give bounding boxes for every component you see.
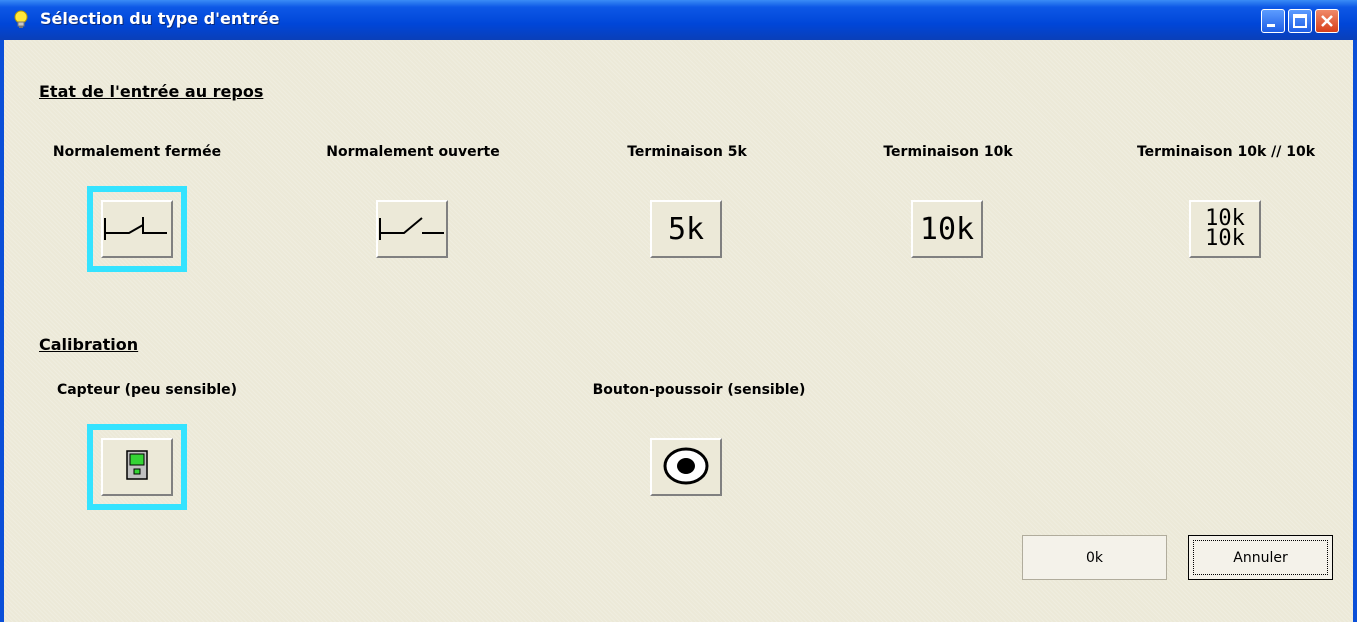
option-label-termination-5k: Terminaison 5k <box>627 144 747 160</box>
calibration-heading: Calibration <box>39 335 139 354</box>
option-label-normally-closed: Normalement fermée <box>52 144 222 160</box>
window-title: Sélection du type d'entrée <box>40 9 280 28</box>
termination-5k-button[interactable]: 5k <box>650 200 722 258</box>
no-contact-icon <box>379 217 444 240</box>
focus-rectangle <box>1193 540 1328 575</box>
lightbulb-icon <box>14 10 28 28</box>
normally-open-button[interactable] <box>376 200 448 258</box>
termination-10k-10k-bottom-text: 10k <box>1205 226 1245 251</box>
maximize-icon <box>1293 14 1307 28</box>
close-icon <box>1321 15 1333 27</box>
termination-10k-text: 10k <box>919 211 975 247</box>
minimize-icon <box>1267 24 1275 27</box>
cancel-button[interactable]: Annuler <box>1188 535 1333 580</box>
termination-5k-text: 5k <box>667 211 705 247</box>
option-label-push-button: Bouton-poussoir (sensible) <box>592 382 806 398</box>
nc-contact-icon <box>104 217 167 240</box>
option-label-termination-10k-10k: Terminaison 10k // 10k <box>1136 144 1316 160</box>
push-button-icon <box>663 447 709 485</box>
dialog-window: Sélection du type d'entrée Etat de l'ent… <box>0 0 1357 622</box>
sensor-device-icon <box>126 450 148 480</box>
termination-10k-10k-icon: 10k 10k <box>1191 202 1259 256</box>
termination-10k-button[interactable]: 10k <box>911 200 983 258</box>
termination-10k-10k-button[interactable]: 10k 10k <box>1189 200 1261 258</box>
minimize-button[interactable] <box>1261 9 1285 33</box>
option-label-termination-10k: Terminaison 10k <box>883 144 1013 160</box>
ok-button[interactable]: 0k <box>1022 535 1167 580</box>
push-button-option[interactable] <box>650 438 722 496</box>
maximize-button[interactable] <box>1288 9 1312 33</box>
normally-closed-button[interactable] <box>87 186 187 272</box>
dialog-content: Etat de l'entrée au repos Normalement fe… <box>4 40 1353 622</box>
title-bar[interactable]: Sélection du type d'entrée <box>0 0 1357 40</box>
close-button[interactable] <box>1315 9 1339 33</box>
rest-state-heading: Etat de l'entrée au repos <box>39 82 264 101</box>
option-label-normally-open: Normalement ouverte <box>326 144 500 160</box>
sensor-button[interactable] <box>87 424 187 510</box>
option-label-sensor: Capteur (peu sensible) <box>56 382 238 398</box>
